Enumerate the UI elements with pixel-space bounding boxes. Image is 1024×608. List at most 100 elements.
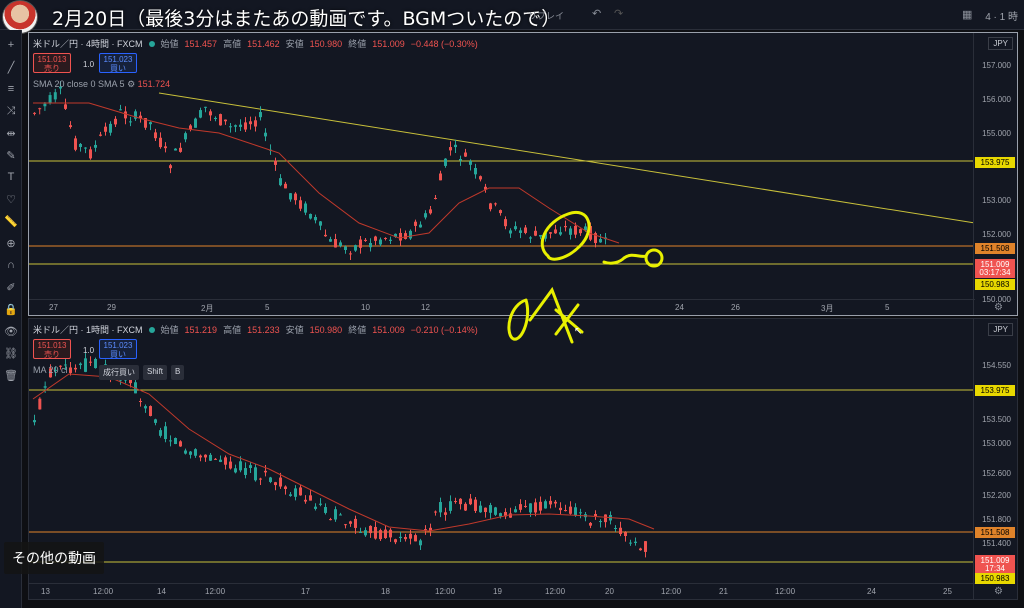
sma-value: 151.724 bbox=[137, 79, 171, 89]
candle-body bbox=[359, 239, 362, 248]
candle-body bbox=[369, 525, 372, 534]
candle-body bbox=[214, 458, 217, 460]
magnet-icon[interactable]: ∩ bbox=[0, 254, 22, 276]
pane-header: 米ドル／円 · 1時間 · FXCM 始値 151.219 高値 151.233 安… bbox=[33, 323, 478, 336]
link-icon[interactable]: ⛓ bbox=[0, 342, 22, 364]
trendline-icon[interactable]: ╱ bbox=[0, 56, 22, 78]
brush-icon[interactable]: ✎ bbox=[0, 144, 22, 166]
buy-button[interactable]: 151.023 買い bbox=[99, 339, 137, 359]
time-tick: 12:00 bbox=[545, 587, 566, 596]
candle-body bbox=[229, 126, 232, 128]
time-tick: 27 bbox=[49, 303, 58, 312]
candle-body bbox=[319, 503, 322, 505]
undo-icon[interactable]: ↶ bbox=[592, 7, 601, 20]
candle-body bbox=[239, 124, 242, 127]
price-tag: 150.983 bbox=[975, 279, 1015, 290]
sell-price: 151.013 bbox=[37, 341, 67, 350]
candle-body bbox=[359, 532, 362, 534]
spread-value: 1.0 bbox=[83, 60, 95, 69]
heart-icon[interactable]: ♡ bbox=[0, 188, 22, 210]
channel-avatar[interactable] bbox=[2, 0, 38, 34]
sell-button[interactable]: 151.013 売り bbox=[33, 339, 71, 359]
candle-body bbox=[474, 168, 477, 175]
candle-body bbox=[344, 246, 347, 251]
candle-body bbox=[264, 132, 267, 137]
eye-icon[interactable]: 👁 bbox=[0, 320, 22, 342]
sma-indicator-label[interactable]: SMA 20 close 0 SMA 5 ⚙ 151.724 bbox=[33, 79, 170, 90]
candle-body bbox=[369, 243, 372, 248]
symbol-label[interactable]: 米ドル／円 · 1時間 · FXCM bbox=[33, 323, 143, 336]
chart-pane-4h[interactable]: 米ドル／円 · 4時間 · FXCM 始値 151.457 高値 151.462 安… bbox=[28, 32, 1018, 316]
high-value: 151.233 bbox=[247, 324, 280, 335]
candle-body bbox=[53, 92, 57, 100]
candle-body bbox=[489, 505, 492, 513]
candle-body bbox=[474, 499, 477, 511]
candle-body bbox=[544, 232, 547, 239]
candle-body bbox=[534, 502, 537, 513]
candle-body bbox=[33, 112, 36, 114]
candle-body bbox=[214, 117, 217, 120]
buy-button[interactable]: 151.023 買い bbox=[99, 53, 137, 73]
currency-selector[interactable]: JPY bbox=[988, 37, 1013, 50]
candle-body bbox=[84, 358, 87, 372]
candle-body bbox=[364, 239, 367, 241]
candle-body bbox=[339, 514, 342, 516]
sma-indicator-label[interactable]: MA 20 cl bbox=[33, 365, 68, 375]
candle-body bbox=[184, 133, 187, 140]
replay-button[interactable]: リプレイ bbox=[528, 9, 564, 22]
time-tick: 3月 bbox=[821, 304, 834, 313]
candle-body bbox=[164, 426, 167, 440]
ruler-icon[interactable]: 📏 bbox=[0, 210, 22, 232]
shortcut-key-shift: Shift bbox=[143, 365, 168, 380]
candle-body bbox=[274, 160, 277, 165]
pattern-icon[interactable]: ⤨ bbox=[0, 100, 22, 122]
price-axis[interactable]: JPY ⚙ 154.550 153.500 153.000 152.600 152.20… bbox=[973, 319, 1017, 599]
chart-canvas-4h[interactable] bbox=[29, 33, 975, 301]
layout-icon[interactable]: ▦ bbox=[962, 8, 972, 21]
candle-body bbox=[444, 512, 447, 515]
time-tick: 13 bbox=[41, 587, 50, 596]
sell-price: 151.013 bbox=[37, 55, 67, 64]
candle-body bbox=[349, 521, 352, 524]
zoom-icon[interactable]: ⊕ bbox=[0, 232, 22, 254]
time-axis[interactable]: 13 12:00 14 12:00 17 18 12:00 19 12:00 20 12:00 21 1… bbox=[29, 583, 975, 599]
candle-body bbox=[174, 148, 177, 151]
chart-pane-1h[interactable]: 米ドル／円 · 1時間 · FXCM 始値 151.219 高値 151.233 安… bbox=[28, 318, 1018, 600]
candle-body bbox=[414, 535, 417, 542]
price-axis[interactable]: JPY ⚙ 157.000 156.000 155.000 153.000 152.00… bbox=[973, 33, 1017, 315]
candle-body bbox=[629, 542, 632, 544]
candle-body bbox=[199, 455, 202, 458]
chart-canvas-1h[interactable] bbox=[29, 319, 975, 585]
candle-body bbox=[574, 225, 577, 235]
candle-body bbox=[174, 438, 177, 445]
candle-body bbox=[94, 144, 97, 148]
crosshair-icon[interactable]: + bbox=[0, 34, 22, 56]
candle-body bbox=[284, 183, 287, 189]
top-right-controls[interactable]: 4 · 1 時 bbox=[985, 8, 1018, 23]
settings-icon[interactable]: ⚙ bbox=[127, 79, 135, 89]
candle-body bbox=[409, 533, 412, 539]
lock-icon[interactable]: 🔒 bbox=[0, 298, 22, 320]
lock-draw-icon[interactable]: ✐ bbox=[0, 276, 22, 298]
time-axis[interactable]: 27 29 2月 5 10 12 24 26 3月 5 bbox=[29, 299, 975, 315]
candle-body bbox=[434, 511, 437, 513]
measure-icon[interactable]: ⇹ bbox=[0, 122, 22, 144]
candle-body bbox=[399, 536, 402, 539]
trash-icon[interactable]: 🗑 bbox=[0, 364, 22, 386]
market-open-icon bbox=[148, 40, 155, 47]
candle-body bbox=[499, 513, 502, 517]
more-videos-button[interactable]: その他の動画 bbox=[4, 542, 104, 574]
symbol-label[interactable]: 米ドル／円 · 4時間 · FXCM bbox=[33, 37, 143, 50]
axis-settings-icon[interactable]: ⚙ bbox=[994, 586, 1003, 597]
sell-button[interactable]: 151.013 売り bbox=[33, 53, 71, 73]
candle-body bbox=[539, 501, 542, 511]
buy-label: 買い bbox=[110, 350, 126, 359]
currency-selector[interactable]: JPY bbox=[988, 323, 1013, 336]
price-tick: 150.000 bbox=[982, 295, 1011, 304]
close-label: 終値 bbox=[348, 325, 367, 335]
redo-icon[interactable]: ↷ bbox=[614, 7, 623, 20]
candle-body bbox=[534, 230, 537, 236]
candle-body bbox=[564, 510, 567, 512]
text-icon[interactable]: T bbox=[0, 166, 22, 188]
fib-icon[interactable]: ≡ bbox=[0, 78, 22, 100]
